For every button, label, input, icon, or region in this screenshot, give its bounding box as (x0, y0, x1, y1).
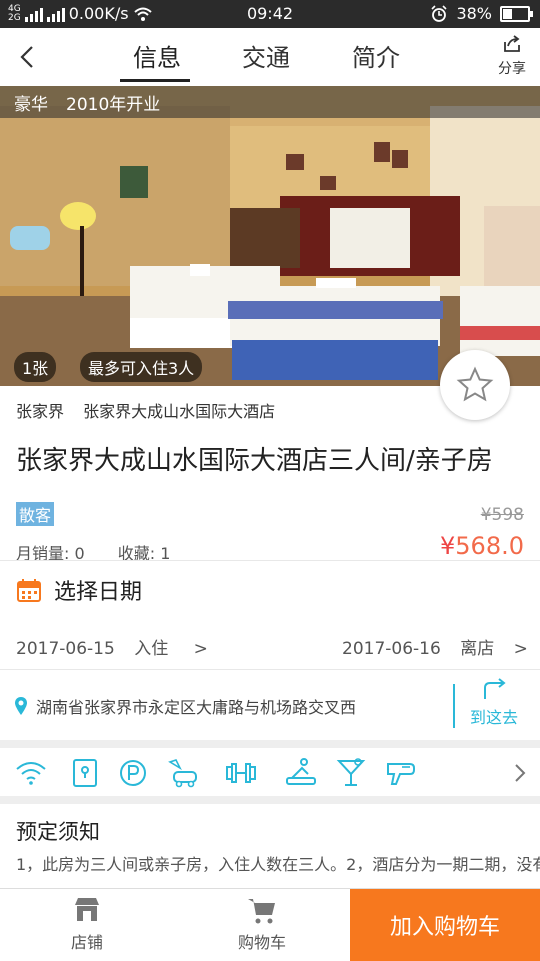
store-label: 店铺 (70, 933, 103, 952)
calendar-icon (17, 579, 41, 602)
battery-icon (500, 5, 533, 22)
room-photo[interactable]: 豪华 2010年开业 1张 最多可入住3人 (0, 86, 540, 386)
max-guests-pill: 最多可入住3人 (80, 352, 203, 382)
favorite-button[interactable] (440, 350, 510, 420)
booking-notice-title: 预定须知 (16, 820, 100, 844)
tab-transport[interactable]: 交通 (242, 38, 290, 73)
location-pin-icon (15, 697, 27, 715)
navigate-button[interactable]: 到这去 (470, 678, 518, 728)
checkout-date: 2017-06-16 (342, 639, 441, 659)
bottom-action-bar: 店铺 购物车 加入购物车 (0, 888, 540, 961)
parking-icon (120, 760, 146, 786)
room-photo-illustration (0, 86, 540, 386)
guest-type-badge: 散客 (16, 502, 55, 526)
active-tab-indicator (120, 79, 190, 82)
select-date-label: 选择日期 (54, 580, 143, 605)
store-button[interactable]: 店铺 (27, 895, 147, 953)
shopping-cart-icon (248, 899, 275, 924)
section-gap (0, 740, 540, 748)
original-price: ¥598 (480, 505, 524, 525)
cart-label: 购物车 (237, 933, 286, 952)
breadcrumb-hotel[interactable]: 张家界大成山水国际大酒店 (83, 402, 275, 421)
price-currency: ¥ (440, 532, 456, 560)
breadcrumb-city[interactable]: 张家界 (16, 402, 64, 421)
star-icon (456, 366, 494, 402)
address-text: 湖南省张家界市永定区大庸路与机场路交叉西 (36, 698, 357, 717)
status-bar: 4G 2G 0.00K/s 09:42 38% (0, 0, 540, 28)
amenities-row[interactable] (0, 752, 540, 792)
tab-info[interactable]: 信息 (133, 38, 181, 73)
alarm-icon (431, 4, 448, 22)
tab-intro[interactable]: 简介 (352, 38, 400, 73)
opening-year-tag: 2010年开业 (66, 94, 161, 115)
add-to-cart-button[interactable]: 加入购物车 (350, 889, 540, 961)
hotel-level-tag: 豪华 (14, 94, 48, 115)
battery-percent: 38% (456, 4, 492, 23)
breadcrumb: 张家界 张家界大成山水国际大酒店 (16, 398, 275, 422)
share-button[interactable]: 分享 (498, 34, 526, 78)
checkin-arrow-icon: > (193, 639, 208, 659)
select-date-header[interactable]: 选择日期 (16, 574, 142, 606)
chevron-right-icon[interactable] (508, 756, 532, 790)
address-separator (453, 684, 455, 728)
massage-icon (286, 758, 316, 785)
hair-dryer-icon (387, 763, 415, 785)
top-navigation: 信息 交通 简介 分享 (0, 28, 540, 86)
divider (0, 560, 540, 561)
share-icon (504, 35, 520, 52)
back-icon[interactable] (14, 42, 44, 72)
checkin-label: 入住 (134, 639, 169, 659)
section-gap (0, 796, 540, 804)
bed-count-pill: 1张 (14, 352, 57, 382)
turn-right-icon (484, 678, 506, 699)
address-row: 湖南省张家界市永定区大庸路与机场路交叉西 (14, 694, 356, 718)
checkout-selector[interactable]: 2017-06-16 离店 > (342, 634, 528, 659)
divider (0, 669, 540, 670)
checkin-selector[interactable]: 2017-06-15 入住 > (16, 634, 208, 659)
checkout-arrow-icon: > (513, 639, 528, 659)
hotel-tags: 豪华 2010年开业 (0, 86, 540, 118)
locker-icon (73, 759, 97, 787)
bar-icon (336, 758, 366, 786)
share-label: 分享 (498, 61, 526, 77)
wifi-icon (16, 762, 46, 785)
booking-notice-text: 1，此房为三人间或亲子房，入住人数在三人。2，酒店分为一期二期，没有特殊要求，随… (16, 855, 540, 874)
airport-shuttle-icon (168, 759, 197, 788)
price-value: 568.0 (455, 532, 524, 560)
gym-icon (226, 763, 256, 783)
navigate-label: 到这去 (470, 708, 519, 727)
checkout-label: 离店 (460, 639, 495, 659)
cart-button[interactable]: 购物车 (202, 895, 322, 953)
current-price: ¥568.0 (440, 532, 524, 560)
store-icon (75, 898, 99, 921)
checkin-date: 2017-06-15 (16, 639, 115, 659)
product-title: 张家界大成山水国际大酒店三人间/亲子房 (16, 446, 493, 476)
